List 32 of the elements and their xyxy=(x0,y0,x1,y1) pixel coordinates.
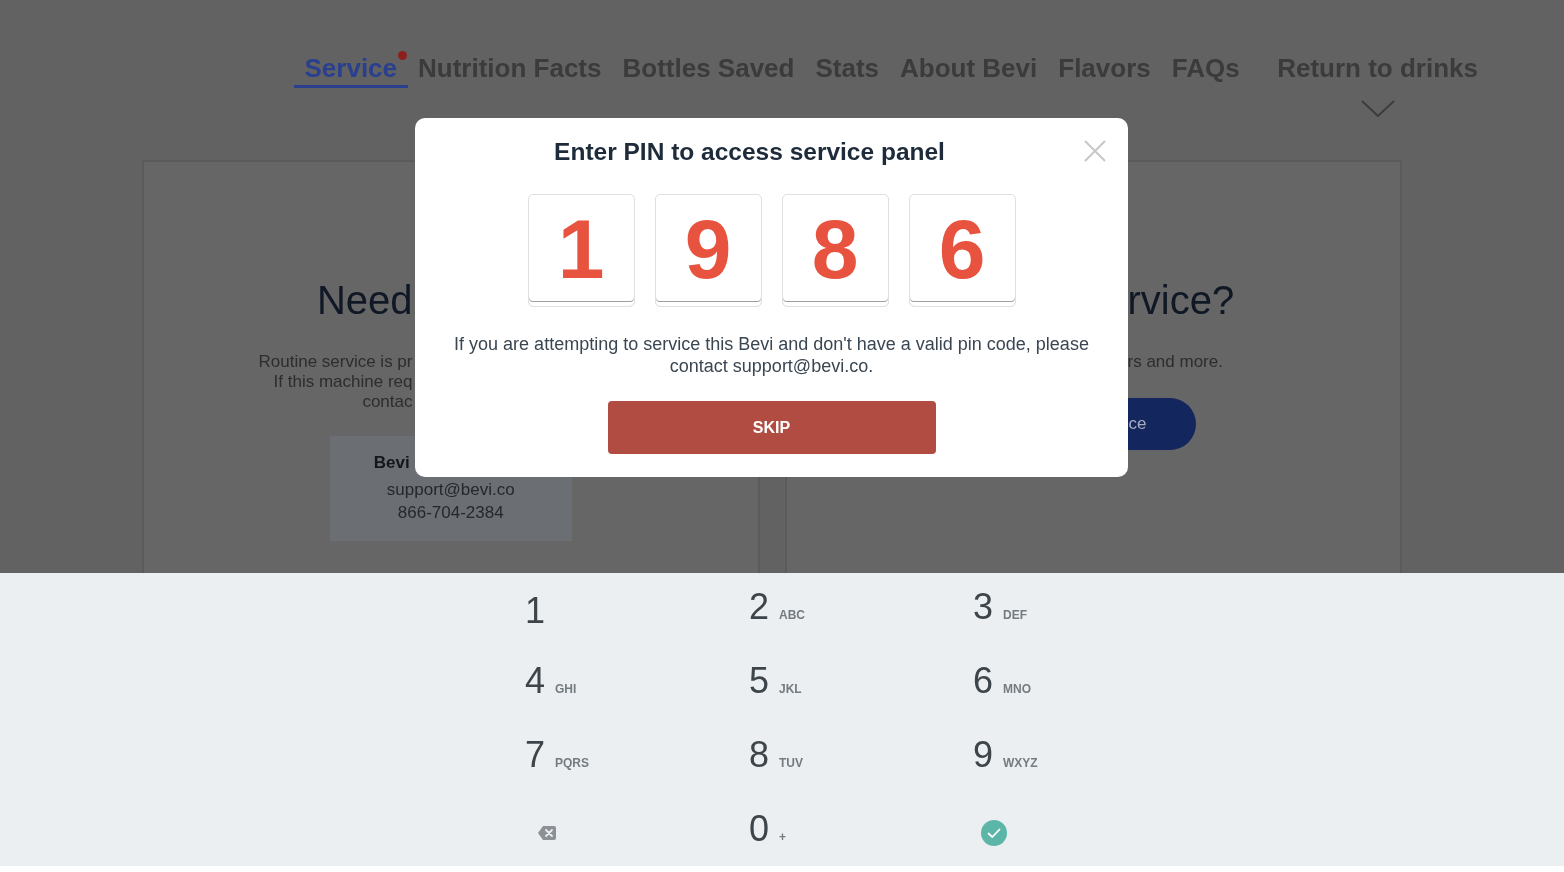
dialog-title: Enter PIN to access service panel xyxy=(554,138,945,166)
action-button[interactable]: ce xyxy=(1127,398,1197,450)
keypad-key[interactable]: 9 WXYZ xyxy=(973,735,1038,783)
card-heading: Need xyxy=(316,277,413,324)
close-button[interactable] xyxy=(1084,140,1106,162)
pin-digit-field[interactable]: 6 xyxy=(908,194,1016,307)
backspace-icon xyxy=(538,826,556,840)
keypad-key[interactable]: 7 PQRS xyxy=(525,735,590,783)
card-text: rs and more. xyxy=(1127,352,1223,372)
keypad-key[interactable]: 8 TUV xyxy=(749,735,804,783)
contact-name: Bevi xyxy=(373,452,410,474)
pin-digit-field[interactable]: 9 xyxy=(654,194,762,307)
keypad-key[interactable]: 0 + xyxy=(749,809,787,857)
keypad-key[interactable]: 4 GHI xyxy=(525,661,577,709)
dialog-message: If you are attempting to service this Bevi and don't have a valid pin code, please contact support@bevi.co. xyxy=(453,333,1090,377)
close-icon xyxy=(1084,140,1106,162)
contact-phone: 866-704-2384 xyxy=(397,502,504,524)
keypad-key[interactable]: 6 MNO xyxy=(973,661,1032,709)
pin-digit-field[interactable]: 1 xyxy=(527,194,635,307)
skip-button[interactable]: SKIP xyxy=(607,401,936,454)
backspace-button[interactable] xyxy=(538,826,556,840)
chevron-down-icon xyxy=(1360,100,1395,117)
confirm-button[interactable] xyxy=(981,820,1007,846)
card-heading: rvice? xyxy=(1127,277,1235,324)
keypad-key[interactable]: 1 xyxy=(525,591,546,631)
pin-digit-field[interactable]: 8 xyxy=(781,194,889,307)
contact-email: support@bevi.co xyxy=(386,479,515,501)
keypad-key[interactable]: 2 ABC xyxy=(749,587,806,635)
keypad-key[interactable]: 5 JKL xyxy=(749,661,802,709)
card-text: Routine service is pr If this machine req contac xyxy=(258,352,413,412)
check-icon xyxy=(981,820,1007,846)
keypad-key[interactable]: 3 DEF xyxy=(973,587,1028,635)
